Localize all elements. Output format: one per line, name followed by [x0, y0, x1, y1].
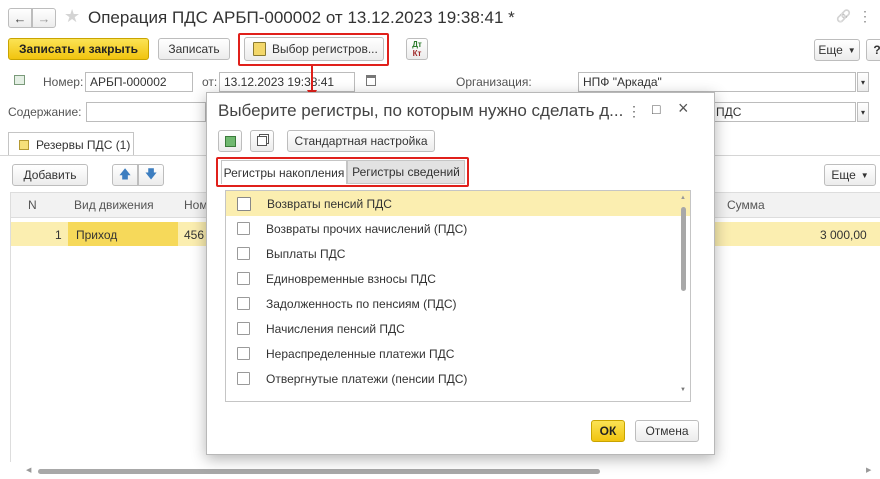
cancel-button[interactable]: Отмена	[635, 420, 699, 442]
horizontal-scrollbar-thumb[interactable]	[38, 469, 600, 474]
date-label: от:	[202, 75, 218, 89]
dt-label: Дт	[412, 40, 422, 49]
item-checkbox[interactable]	[237, 372, 250, 385]
tab-reserves-label: Резервы ПДС (1)	[36, 137, 131, 152]
select-registers-dialog: Выберите регистры, по которым нужно сдел…	[206, 92, 715, 455]
kt-label: Кт	[412, 49, 422, 58]
second-field-dropdown-button[interactable]: ▾	[857, 102, 869, 122]
item-label: Возвраты пенсий ПДС	[267, 196, 392, 211]
list-item[interactable]: Начисления пенсий ПДС	[226, 316, 690, 341]
item-checkbox[interactable]	[237, 322, 250, 335]
second-field[interactable]: ПДС	[712, 102, 856, 122]
item-label: Выплаты ПДС	[266, 246, 346, 261]
arrow-right-icon: →	[37, 10, 51, 26]
list-item[interactable]: Нераспределенные платежи ПДС	[226, 341, 690, 366]
item-label: Возвраты прочих начислений (ПДС)	[266, 221, 468, 236]
annotation-arrow-line	[311, 65, 313, 91]
number-field[interactable]: АРБП-000002	[85, 72, 193, 92]
item-checkbox[interactable]	[237, 297, 250, 310]
scroll-right-icon[interactable]: ▶	[866, 466, 871, 474]
arrow-up-icon: 🡅	[118, 166, 132, 181]
save-and-close-button[interactable]: Записать и закрыть	[8, 38, 149, 60]
select-registers-highlight	[238, 33, 389, 66]
dt-kt-button[interactable]: Дт Кт	[406, 38, 428, 60]
calendar-icon[interactable]	[366, 75, 376, 86]
item-label: Единовременные взносы ПДС	[266, 271, 436, 286]
list-item[interactable]: Единовременные взносы ПДС	[226, 266, 690, 291]
content-label: Содержание:	[8, 105, 82, 119]
arrow-left-icon: ←	[13, 10, 27, 26]
number-label: Номер:	[43, 75, 84, 89]
registers-list: Возвраты пенсий ПДС Возвраты прочих начи…	[225, 190, 691, 402]
more-button[interactable]: Еще ▼	[814, 39, 860, 61]
ok-button[interactable]: ОК	[591, 420, 625, 442]
link-icon[interactable]: 🔗	[836, 9, 851, 23]
document-icon	[14, 75, 25, 85]
check-all-icon	[224, 135, 236, 147]
list-item[interactable]: Возвраты пенсий ПДС	[226, 191, 690, 216]
dialog-menu-icon[interactable]: ⋮	[627, 103, 641, 120]
move-up-button[interactable]: 🡅	[112, 164, 138, 186]
item-checkbox[interactable]	[237, 196, 251, 211]
uncheck-all-button[interactable]	[250, 130, 274, 152]
check-all-button[interactable]	[218, 130, 242, 152]
chevron-down-icon: ▼	[860, 170, 869, 180]
content-field[interactable]	[86, 102, 206, 122]
scroll-left-icon[interactable]: ◀	[26, 466, 31, 474]
scroll-up-icon[interactable]: ▲	[680, 195, 686, 201]
help-button[interactable]: ?	[866, 39, 880, 61]
item-checkbox[interactable]	[237, 222, 250, 235]
item-label: Задолженность по пенсиям (ПДС)	[266, 296, 457, 311]
item-label: Нераспределенные платежи ПДС	[266, 346, 455, 361]
organization-label: Организация:	[456, 75, 532, 89]
date-field[interactable]: 13.12.2023 19:38:41	[219, 72, 355, 92]
list-item[interactable]: Отвергнутые платежи (пенсии ПДС)	[226, 366, 690, 391]
arrow-down-icon: 🡇	[144, 166, 158, 181]
move-down-button[interactable]: 🡇	[138, 164, 164, 186]
chevron-down-icon: ▼	[847, 45, 856, 55]
list-item[interactable]: Возвраты прочих начислений (ПДС)	[226, 216, 690, 241]
dialog-title: Выберите регистры, по которым нужно сдел…	[218, 101, 624, 120]
item-label: Начисления пенсий ПДС	[266, 321, 405, 336]
close-icon[interactable]: ×	[678, 98, 689, 119]
list-item[interactable]: Задолженность по пенсиям (ПДС)	[226, 291, 690, 316]
item-checkbox[interactable]	[237, 247, 250, 260]
forward-button[interactable]: →	[32, 8, 56, 28]
reserves-tab-icon	[19, 139, 29, 150]
back-button[interactable]: ←	[8, 8, 32, 28]
add-row-button[interactable]: Добавить	[12, 164, 88, 186]
scroll-down-icon[interactable]: ▼	[680, 387, 686, 393]
item-checkbox[interactable]	[237, 272, 250, 285]
organization-dropdown-button[interactable]: ▾	[857, 72, 869, 92]
page-title: Операция ПДС АРБП-000002 от 13.12.2023 1…	[88, 8, 515, 27]
table-more-button[interactable]: Еще ▼	[824, 164, 876, 186]
favorite-star-icon[interactable]: ★	[64, 6, 80, 27]
tab-reserves[interactable]: Резервы ПДС (1)	[8, 132, 134, 156]
save-button[interactable]: Записать	[158, 38, 230, 60]
organization-field[interactable]: НПФ "Аркада"	[578, 72, 856, 92]
list-scrollbar-thumb[interactable]	[681, 207, 686, 291]
list-item[interactable]: Выплаты ПДС	[226, 241, 690, 266]
item-label: Отвергнутые платежи (пенсии ПДС)	[266, 371, 468, 386]
maximize-icon[interactable]: □	[652, 101, 660, 117]
tabs-highlight	[216, 157, 469, 187]
standard-settings-button[interactable]: Стандартная настройка	[287, 130, 435, 152]
uncheck-all-icon	[257, 136, 267, 146]
item-checkbox[interactable]	[237, 347, 250, 360]
window-menu-icon[interactable]: ⋮	[858, 8, 872, 25]
